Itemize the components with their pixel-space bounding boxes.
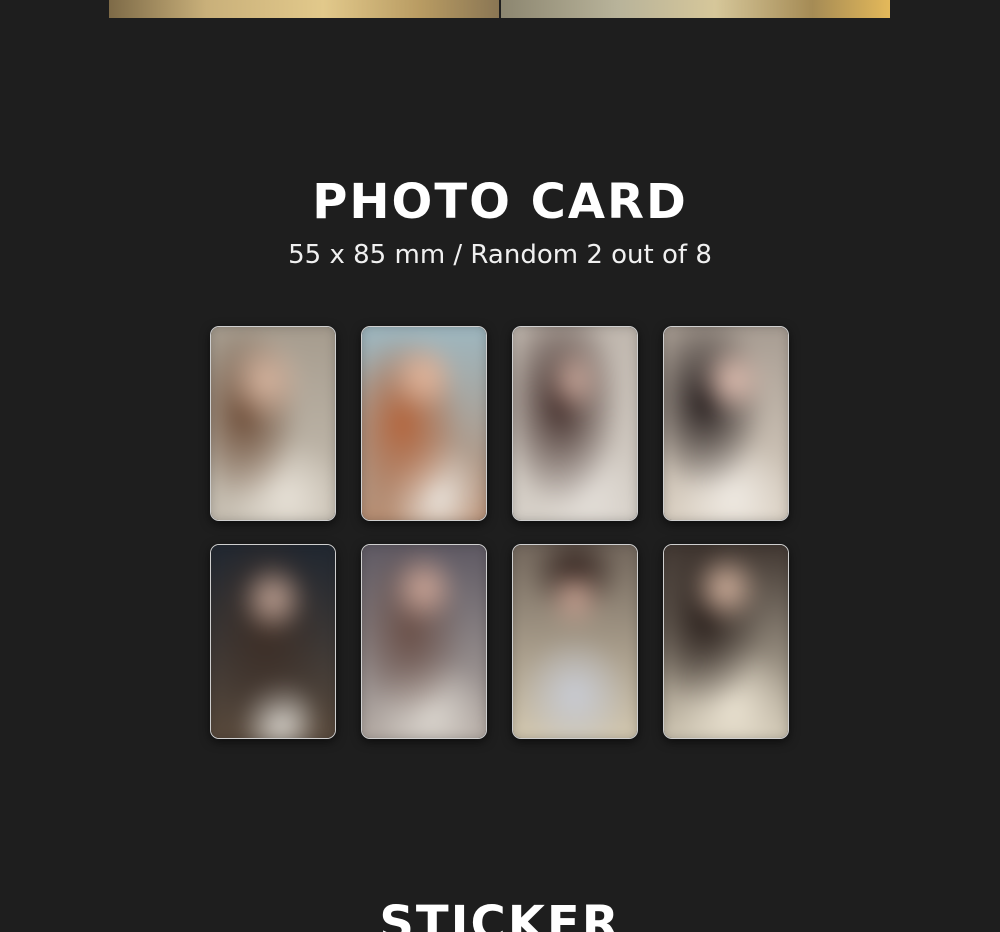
photo-card-7	[512, 544, 638, 739]
photo-card-title: PHOTO CARD	[312, 174, 688, 230]
top-banner-image-right	[500, 0, 890, 18]
top-banner-images	[109, 0, 890, 18]
photo-card-3	[512, 326, 638, 521]
photo-card-8	[663, 544, 789, 739]
photo-card-subtitle: 55 x 85 mm / Random 2 out of 8	[288, 240, 712, 270]
photo-card-grid	[210, 326, 790, 739]
product-detail-page: PHOTO CARD 55 x 85 mm / Random 2 out of …	[0, 0, 1000, 932]
photo-card-6	[361, 544, 487, 739]
photo-card-5	[210, 544, 336, 739]
photo-card-4	[663, 326, 789, 521]
photo-card-2	[361, 326, 487, 521]
photo-card-1	[210, 326, 336, 521]
top-banner-image-left	[109, 0, 501, 18]
sticker-title: STICKER	[379, 896, 621, 932]
